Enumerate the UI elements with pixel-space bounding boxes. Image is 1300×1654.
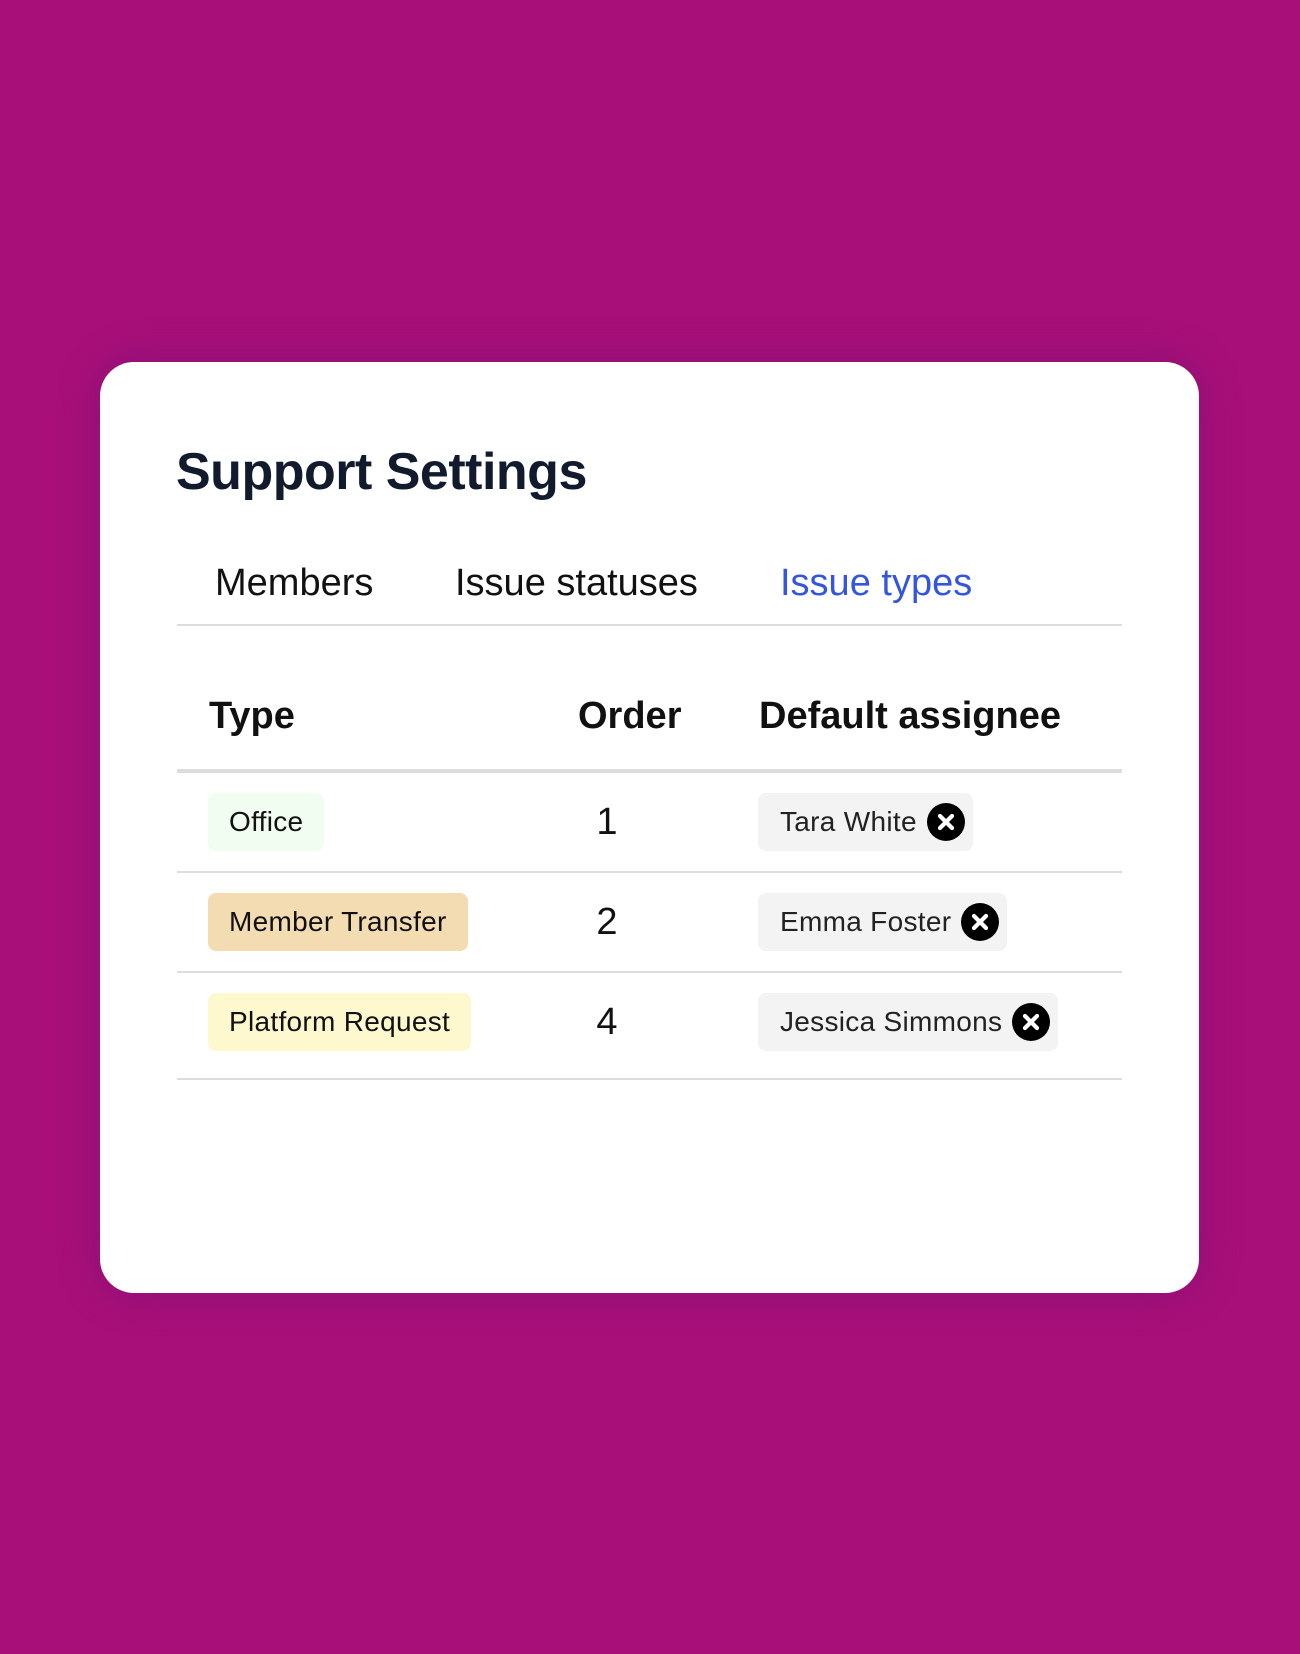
assignee-name: Jessica Simmons xyxy=(780,1006,1003,1037)
close-circle-icon[interactable] xyxy=(1012,1003,1051,1041)
close-circle-icon[interactable] xyxy=(926,803,965,841)
order-value: 4 xyxy=(596,1001,618,1043)
assignee-name: Emma Foster xyxy=(780,906,952,937)
type-tag[interactable]: Platform Request xyxy=(208,993,472,1051)
column-header-default-assignee: Default assignee xyxy=(759,695,1061,737)
tab-bar: Members Issue statuses Issue types xyxy=(177,562,1122,626)
close-circle-icon[interactable] xyxy=(961,903,1000,941)
order-value: 2 xyxy=(596,901,618,943)
assignee-chip: Emma Foster xyxy=(758,893,1008,951)
assignee-chip: Jessica Simmons xyxy=(758,993,1059,1051)
issue-types-table: Type Order Default assignee Office 1 Tar… xyxy=(177,689,1122,1080)
column-header-type: Type xyxy=(209,695,295,737)
table-row: Platform Request 4 Jessica Simmons xyxy=(177,973,1122,1080)
tab-issue-statuses[interactable]: Issue statuses xyxy=(455,562,698,605)
tab-issue-types[interactable]: Issue types xyxy=(780,562,972,605)
page-title: Support Settings xyxy=(176,443,587,501)
assignee-name: Tara White xyxy=(780,806,917,837)
table-row: Member Transfer 2 Emma Foster xyxy=(177,873,1122,973)
type-tag[interactable]: Member Transfer xyxy=(208,893,468,951)
order-value: 1 xyxy=(596,801,618,843)
table-header: Type Order Default assignee xyxy=(177,689,1122,773)
assignee-chip: Tara White xyxy=(758,793,973,851)
tab-members[interactable]: Members xyxy=(215,562,373,605)
settings-card: Support Settings Members Issue statuses … xyxy=(100,362,1199,1293)
column-header-order: Order xyxy=(578,695,682,737)
table-row: Office 1 Tara White xyxy=(177,773,1122,873)
type-tag[interactable]: Office xyxy=(208,793,325,851)
